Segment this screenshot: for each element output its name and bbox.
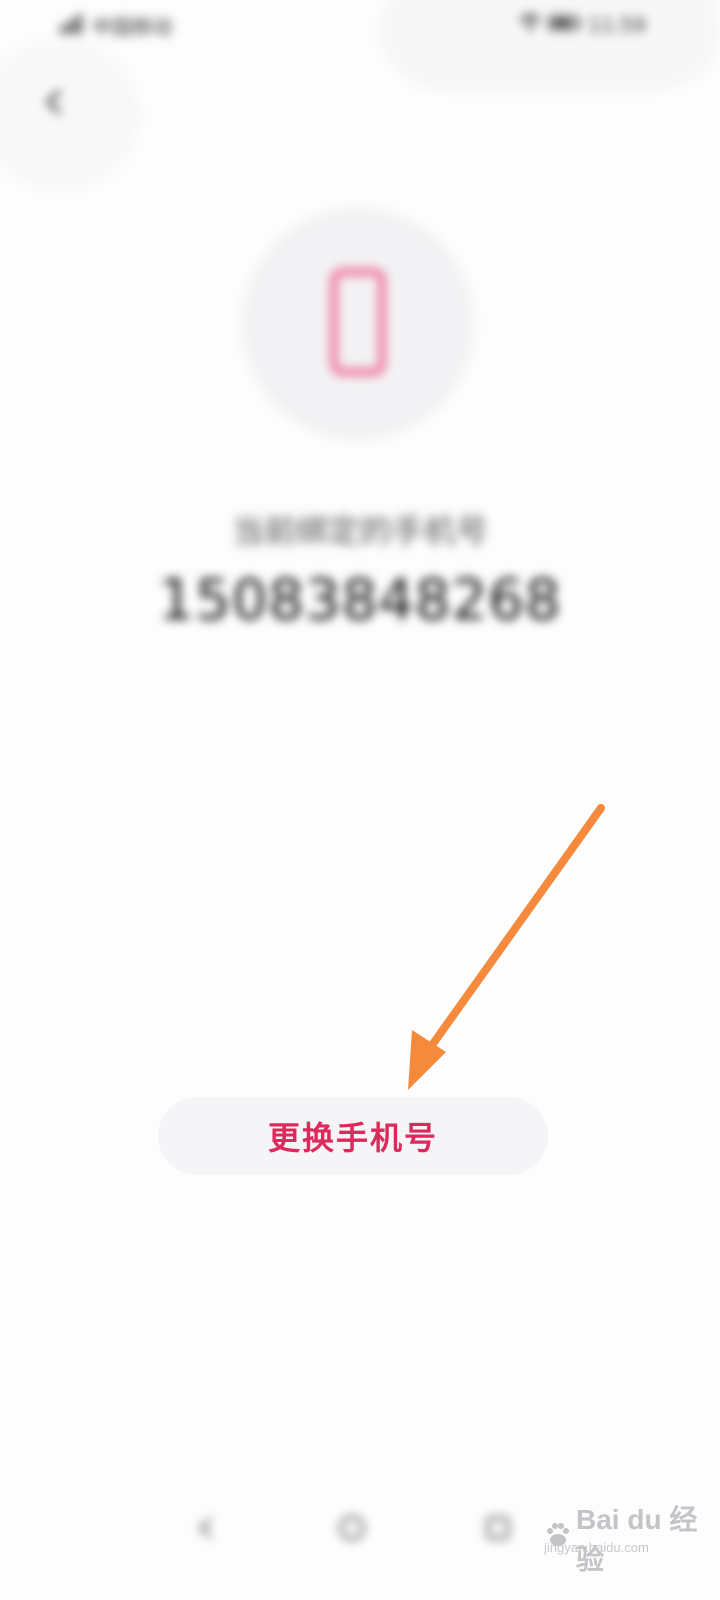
baidu-logo: Bai du 经验 — [544, 1498, 700, 1578]
nav-back-icon[interactable] — [186, 1508, 226, 1548]
arrow-left-icon — [39, 87, 69, 121]
battery-icon — [548, 13, 582, 37]
signal-icon — [60, 12, 86, 39]
screen: 中国移动 11:59 当前绑定的手机号 15083848268 更换手机号 Ba… — [0, 0, 720, 1600]
clock-text: 11:59 — [588, 13, 646, 37]
back-button[interactable] — [30, 80, 78, 128]
bound-phone-hint: 当前绑定的手机号 — [231, 512, 488, 550]
nav-home-icon[interactable] — [332, 1508, 372, 1548]
smartphone-icon — [330, 268, 386, 376]
change-phone-label: 更换手机号 — [267, 1119, 438, 1157]
change-phone-button[interactable]: 更换手机号 — [158, 1097, 548, 1175]
blurred-background: 中国移动 11:59 当前绑定的手机号 15083848268 — [0, 0, 720, 1600]
status-bar-right: 11:59 — [518, 10, 646, 40]
watermark-url: jingyan.baidu.com — [544, 1540, 649, 1555]
wifi-icon — [518, 13, 542, 38]
carrier-text: 中国移动 — [92, 14, 172, 39]
nav-recents-icon[interactable] — [478, 1508, 518, 1548]
watermark-brand: Bai du 经验 — [576, 1504, 698, 1575]
status-bar-left: 中国移动 — [60, 10, 172, 40]
bound-phone-number: 15083848268 — [158, 568, 562, 633]
baidu-jingyan-watermark: Bai du 经验 jingyan.baidu.com — [540, 1490, 700, 1575]
